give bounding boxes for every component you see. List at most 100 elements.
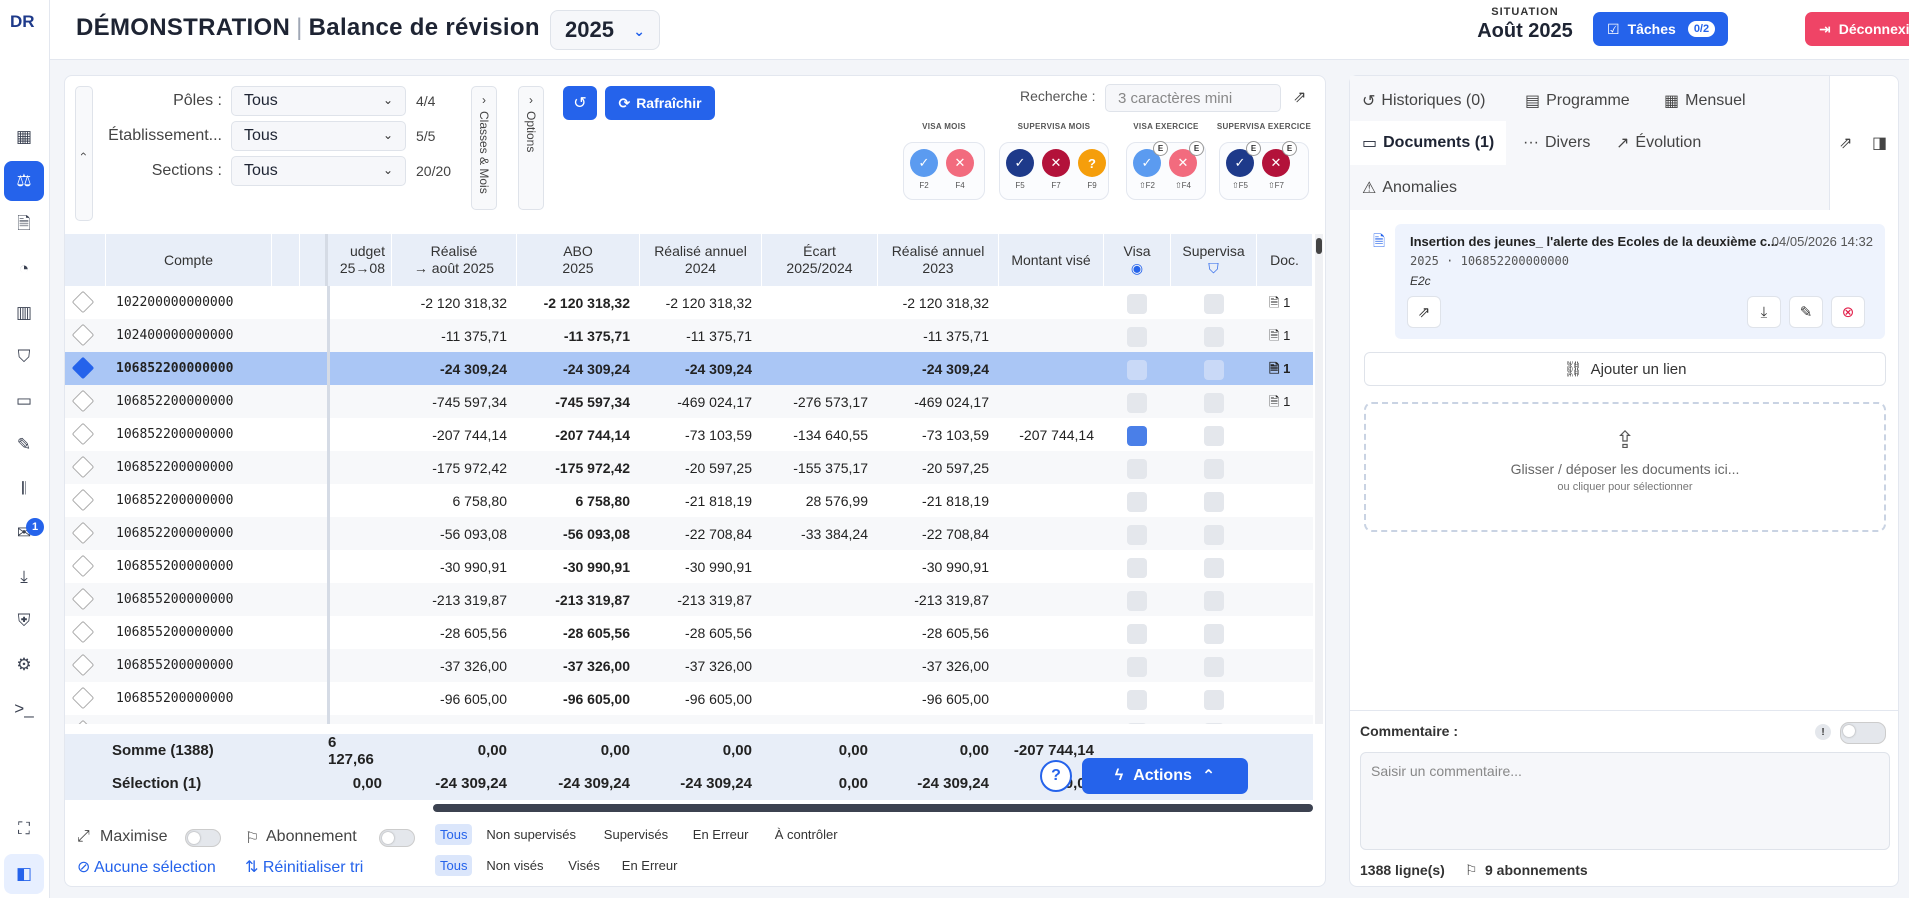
table-row[interactable]: 102400000000000 -11 375,71 -11 375,71 -11 3…	[65, 319, 1313, 352]
supervisa-checkbox[interactable]	[1204, 591, 1224, 611]
shield-icon[interactable]: ⛨	[4, 601, 44, 641]
supervision-filter-pill[interactable]: Supervisés	[599, 824, 673, 845]
gear-icon[interactable]: ⚙	[4, 645, 44, 685]
header-ecart[interactable]: Écart 2025/2024	[762, 234, 878, 286]
panel-toggle-icon[interactable]: ◨	[1872, 133, 1887, 153]
refresh-button[interactable]: ⟳ Rafraîchir	[605, 86, 715, 120]
sections-select[interactable]: Tous ⌄	[231, 156, 406, 186]
horizontal-scrollbar[interactable]	[433, 804, 1313, 812]
row-select-checkbox[interactable]	[71, 587, 95, 611]
visa-checkbox[interactable]	[1127, 558, 1147, 578]
open-document-button[interactable]: ⇗	[1407, 296, 1441, 328]
row-select-checkbox[interactable]	[71, 356, 95, 380]
visa-checkbox[interactable]	[1127, 492, 1147, 512]
external-link-icon[interactable]: ⇗	[1839, 133, 1852, 153]
row-select-checkbox[interactable]	[71, 620, 95, 644]
visa-checkbox[interactable]	[1127, 657, 1147, 677]
poles-select[interactable]: Tous ⌄	[231, 86, 406, 116]
row-select-checkbox[interactable]	[71, 455, 95, 479]
supervisa-checkbox[interactable]	[1204, 426, 1224, 446]
pen-icon[interactable]: ✎	[4, 425, 44, 465]
visa-checkbox[interactable]	[1127, 591, 1147, 611]
edit-document-button[interactable]: ✎	[1789, 296, 1823, 328]
row-select-checkbox[interactable]	[71, 554, 95, 578]
row-select-checkbox[interactable]	[71, 653, 95, 677]
doc-count[interactable]: 🗎 1	[1269, 294, 1290, 316]
document-icon[interactable]: 🗎	[4, 205, 44, 245]
table-row[interactable]: 106855200000000 -28 605,56 -28 605,56 -28 6…	[65, 616, 1313, 649]
supervision-filter-pill[interactable]: Tous	[435, 824, 473, 845]
download-document-button[interactable]: ⤓	[1747, 296, 1781, 328]
abonnement-toggle[interactable]	[379, 829, 415, 847]
supervisa-checkbox[interactable]	[1204, 360, 1224, 380]
row-select-checkbox[interactable]	[71, 488, 95, 512]
external-link-icon[interactable]: ⇗	[1293, 87, 1306, 107]
table-row[interactable]: 106855200000000 -30 990,91 -30 990,91 -30 9…	[65, 550, 1313, 583]
fullscreen-icon[interactable]: ⛶	[4, 809, 44, 849]
header-visa[interactable]: Visa ◉	[1104, 234, 1171, 286]
terminal-icon[interactable]: >_	[4, 689, 44, 729]
table-row[interactable]: 106852200000000 -207 744,14 -207 744,14 -73…	[65, 418, 1313, 451]
comment-textarea[interactable]: Saisir un commentaire...	[1360, 752, 1890, 850]
logout-button[interactable]: ⇥ Déconnexion	[1805, 12, 1909, 46]
doc-count[interactable]: 🗎 1	[1269, 327, 1290, 349]
table-row[interactable]: 106852200000000 -175 972,42 -175 972,42 -20…	[65, 451, 1313, 484]
tab-anomalies[interactable]: ⚠ Anomalies	[1362, 171, 1457, 205]
visa-filter-pill[interactable]: Visés	[563, 855, 605, 876]
supervisa-checkbox[interactable]	[1204, 723, 1224, 724]
document-item[interactable]: Insertion des jeunes_ l'alerte des Ecole…	[1395, 224, 1885, 339]
row-select-checkbox[interactable]	[71, 290, 95, 314]
supervisa-checkbox[interactable]	[1204, 294, 1224, 314]
row-select-checkbox[interactable]	[71, 719, 95, 724]
visa-checkbox[interactable]	[1127, 525, 1147, 545]
header-abo[interactable]: ABO 2025	[517, 234, 640, 286]
visa-action-button[interactable]: ?	[1078, 149, 1106, 177]
header-compte[interactable]: Compte	[106, 234, 272, 286]
doc-count[interactable]: 🗎 1	[1269, 393, 1290, 415]
tab-mensuel[interactable]: ▦ Mensuel	[1664, 86, 1746, 116]
search-input[interactable]: 3 caractères mini	[1105, 84, 1281, 112]
help-button[interactable]: ?	[1040, 760, 1072, 792]
delete-document-button[interactable]: ⊗	[1831, 296, 1865, 328]
supervisa-checkbox[interactable]	[1204, 492, 1224, 512]
etablissement-select[interactable]: Tous ⌄	[231, 121, 406, 151]
balance-scale-icon[interactable]: ⚖	[4, 161, 44, 201]
visa-checkbox[interactable]	[1127, 690, 1147, 710]
tab-historiques[interactable]: ↺ Historiques (0)	[1362, 86, 1485, 116]
download-icon[interactable]: ⤓	[4, 557, 44, 597]
row-select-checkbox[interactable]	[71, 521, 95, 545]
tasks-button[interactable]: ☑ Tâches 0/2	[1593, 12, 1728, 46]
shield-check-icon[interactable]: ⛉	[4, 337, 44, 377]
visa-checkbox[interactable]	[1127, 393, 1147, 413]
visa-action-button[interactable]: ✕	[946, 149, 974, 177]
visa-checkbox[interactable]	[1127, 624, 1147, 644]
library-icon[interactable]: 𝄃	[4, 469, 44, 509]
visa-checkbox[interactable]	[1127, 327, 1147, 347]
supervisa-checkbox[interactable]	[1204, 459, 1224, 479]
bar-chart-icon[interactable]: ▥	[4, 293, 44, 333]
tab-documents[interactable]: ▭ Documents (1)	[1350, 121, 1507, 165]
options-tab[interactable]: › Options	[518, 86, 544, 210]
vertical-scrollbar[interactable]	[1315, 234, 1323, 724]
header-supervisa[interactable]: Supervisa ⛉	[1171, 234, 1257, 286]
visa-checkbox[interactable]	[1127, 294, 1147, 314]
visa-checkbox[interactable]	[1127, 360, 1147, 380]
supervisa-checkbox[interactable]	[1204, 393, 1224, 413]
year-select[interactable]: 2025 ⌄	[550, 10, 660, 50]
table-row[interactable]: 106855200000000 -96 605,00 -96 605,00 -96 6…	[65, 682, 1313, 715]
scrollbar-thumb[interactable]	[1316, 238, 1322, 254]
visa-checkbox[interactable]	[1127, 723, 1147, 724]
table-row[interactable]: 106852200000000 -745 597,34 -745 597,34 -46…	[65, 385, 1313, 418]
header-realise-2024[interactable]: Réalisé annuel 2024	[640, 234, 762, 286]
actions-button[interactable]: ϟ Actions ⌃	[1082, 758, 1248, 794]
tab-evolution[interactable]: ↗ Évolution	[1616, 121, 1701, 165]
classes-mois-tab[interactable]: › Classes & Mois	[471, 86, 497, 210]
supervisa-checkbox[interactable]	[1204, 690, 1224, 710]
reset-sort-link[interactable]: ⇅ Réinitialiser tri	[245, 857, 363, 877]
table-row[interactable]: 106855200000000 -213 319,87 -213 319,87 -21…	[65, 583, 1313, 616]
header-montant-vise[interactable]: Montant visé	[999, 234, 1104, 286]
visa-action-button[interactable]: ✓	[1006, 149, 1034, 177]
table-row[interactable]: 106852200000000 6 758,80 6 758,80 -21 818,1…	[65, 484, 1313, 517]
dropzone[interactable]: ⇪ Glisser / déposer les documents ici...…	[1364, 402, 1886, 532]
sidebar-toggle-icon[interactable]: ◧	[4, 854, 44, 894]
